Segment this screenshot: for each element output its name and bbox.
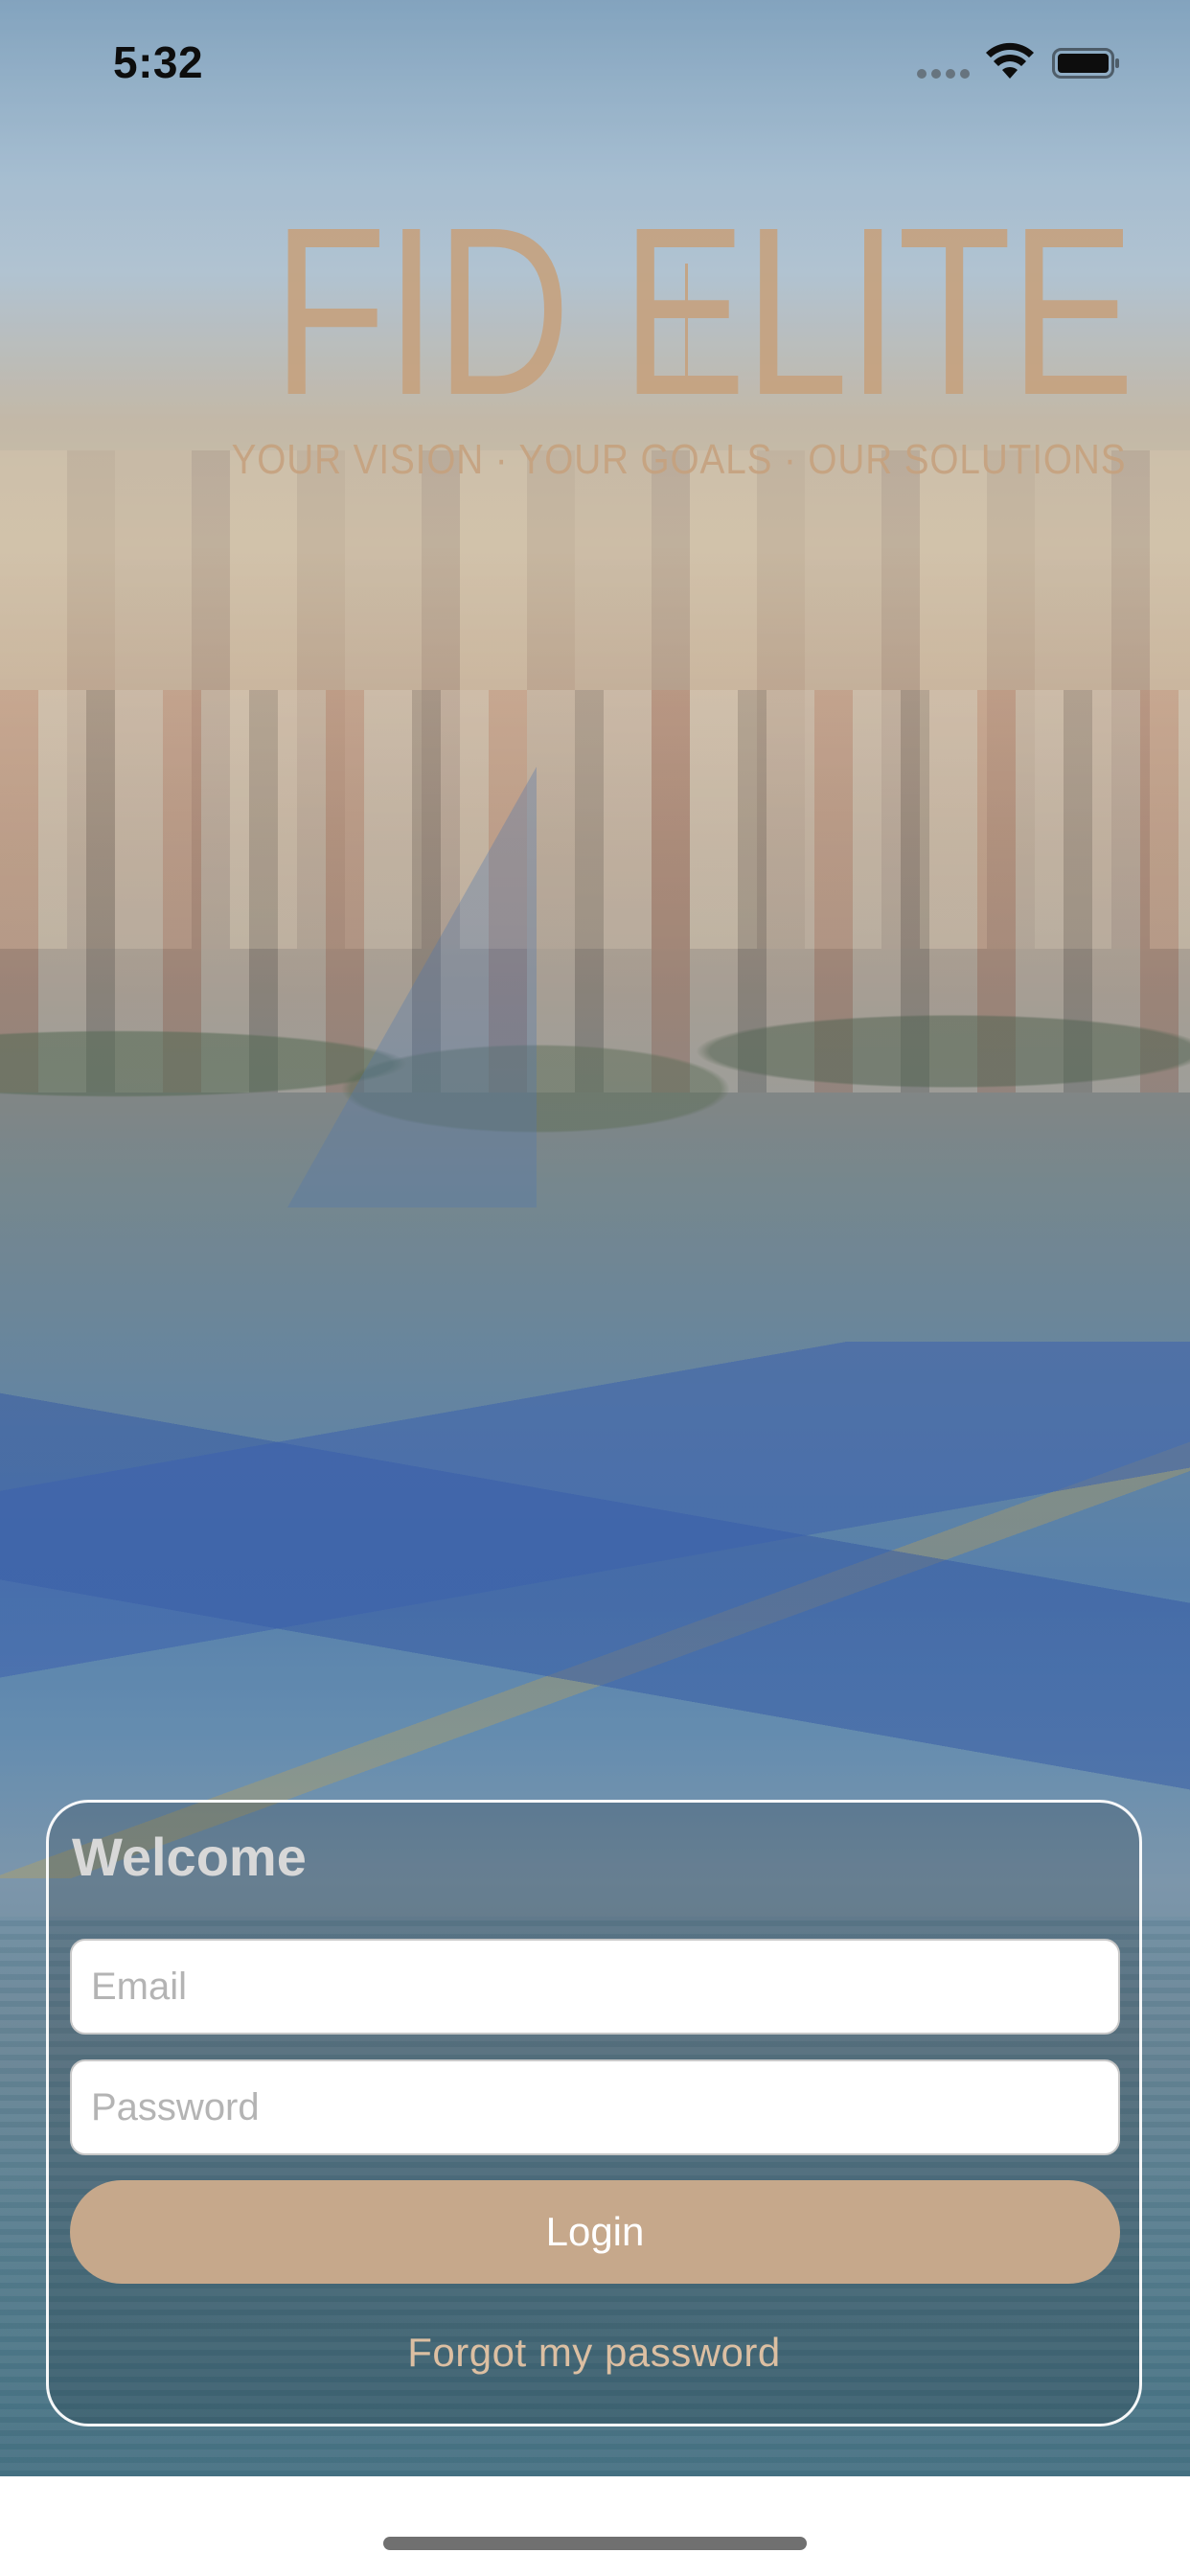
status-time: 5:32 [113, 37, 204, 87]
email-field-container [70, 1939, 1120, 2035]
email-field[interactable] [72, 1941, 1118, 2033]
battery-icon [1052, 48, 1119, 79]
brand-right: ELITE [621, 177, 1135, 445]
password-field-container [70, 2059, 1120, 2155]
brand-divider [685, 264, 688, 379]
status-bar: 5:32 [0, 0, 1190, 125]
brand-wordmark: FID ELITE [273, 192, 1135, 431]
wifi-icon [986, 42, 1034, 79]
brand-tagline: YOUR VISION · YOUR GOALS · OUR SOLUTIONS [231, 436, 1127, 483]
cellular-signal-icon [917, 69, 971, 79]
home-indicator[interactable] [383, 2537, 807, 2550]
brand-left: FID [272, 177, 571, 445]
login-button[interactable]: Login [70, 2180, 1120, 2284]
welcome-title: Welcome [72, 1827, 307, 1887]
forgot-password-link[interactable]: Forgot my password [49, 2330, 1139, 2376]
password-field[interactable] [72, 2061, 1118, 2153]
brand-logo: FID ELITE YOUR VISION · YOUR GOALS · OUR … [182, 192, 1135, 484]
login-card: Welcome Login Forgot my password [46, 1800, 1142, 2426]
